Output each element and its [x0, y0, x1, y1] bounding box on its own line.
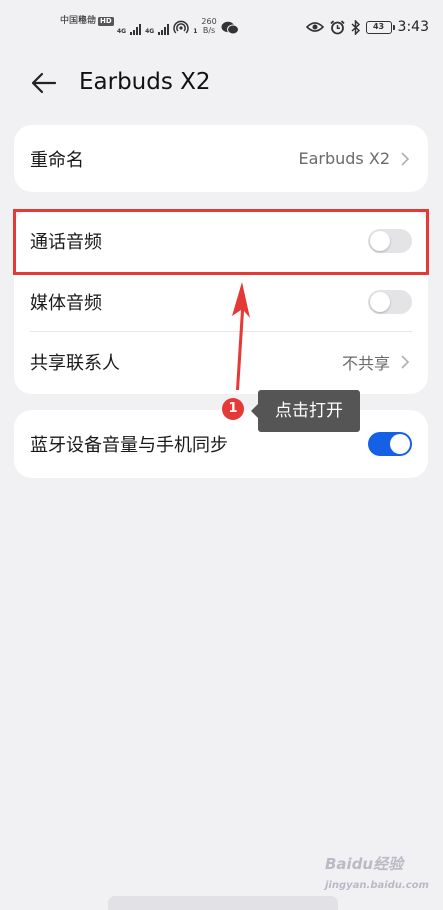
share-contacts-row[interactable]: 共享联系人 不共享 — [14, 332, 428, 392]
annotation-tooltip: 点击打开 — [251, 390, 360, 432]
signal-label-1: 4G — [117, 28, 127, 35]
watermark-brand: Baidu — [325, 855, 374, 873]
rename-row[interactable]: 重命名 Earbuds X2 — [14, 125, 428, 192]
battery-level: 43 — [372, 21, 385, 31]
signal-label-2: 4G — [145, 28, 155, 35]
rename-value: Earbuds X2 — [298, 149, 390, 168]
share-contacts-label: 共享联系人 — [30, 353, 120, 374]
wechat-icon — [221, 21, 239, 35]
arrow-left-icon — [31, 72, 57, 94]
status-icons-right: 43 3:43 — [305, 19, 429, 35]
rename-label: 重命名 — [30, 149, 84, 171]
hotspot-count: 1 — [193, 28, 198, 35]
alarm-icon — [329, 19, 345, 34]
watermark-suffix: 经验 — [373, 855, 404, 873]
page-title: Earbuds X2 — [79, 69, 211, 95]
media-audio-toggle[interactable] — [368, 290, 412, 314]
clock: 3:43 — [397, 19, 429, 35]
watermark: Baidu经验 jingyan.baidu.com — [325, 853, 429, 892]
volume-sync-card: 蓝牙设备音量与手机同步 — [14, 410, 428, 478]
signal-bars-icon — [130, 23, 142, 35]
step-badge: 1 — [222, 398, 244, 420]
audio-card: 通话音频 媒体音频 共享联系人 不共享 — [14, 210, 428, 394]
rename-card: 重命名 Earbuds X2 — [14, 125, 428, 192]
net-speed: 260 B/s — [201, 17, 216, 35]
net-speed-value: 260 — [201, 17, 217, 26]
hotspot-icon — [173, 20, 189, 34]
toggle-knob — [370, 292, 390, 312]
hd-badge: HD — [98, 17, 114, 26]
chevron-right-icon — [401, 355, 410, 369]
toggle-knob — [370, 231, 390, 251]
call-audio-toggle[interactable] — [368, 229, 412, 253]
call-audio-row: 通话音频 — [14, 210, 428, 272]
call-audio-label: 通话音频 — [30, 232, 102, 253]
media-audio-row: 媒体音频 — [14, 272, 428, 332]
chevron-right-icon — [401, 151, 410, 166]
page-header: Earbuds X2 — [0, 55, 443, 111]
watermark-sub: jingyan.baidu.com — [325, 880, 429, 891]
carrier-2-label: 中国移动 — [60, 16, 97, 26]
eye-icon — [305, 22, 324, 32]
home-indicator — [108, 896, 338, 910]
status-bar: 中国电信HD 中国移动HD 4G 4G 1 260 B/s — [0, 0, 443, 48]
volume-sync-toggle[interactable] — [368, 432, 412, 456]
signal-bars-icon — [158, 23, 170, 35]
share-contacts-value: 不共享 — [341, 354, 390, 373]
signal-area: 4G 4G 1 260 B/s — [117, 17, 239, 35]
battery-icon: 43 — [365, 20, 395, 34]
volume-sync-row: 蓝牙设备音量与手机同步 — [14, 410, 428, 478]
volume-sync-label: 蓝牙设备音量与手机同步 — [30, 435, 228, 456]
media-audio-label: 媒体音频 — [30, 293, 102, 314]
net-speed-unit: B/s — [202, 26, 216, 35]
bluetooth-icon — [351, 19, 360, 35]
toggle-knob — [390, 434, 410, 454]
back-button[interactable] — [28, 67, 60, 99]
